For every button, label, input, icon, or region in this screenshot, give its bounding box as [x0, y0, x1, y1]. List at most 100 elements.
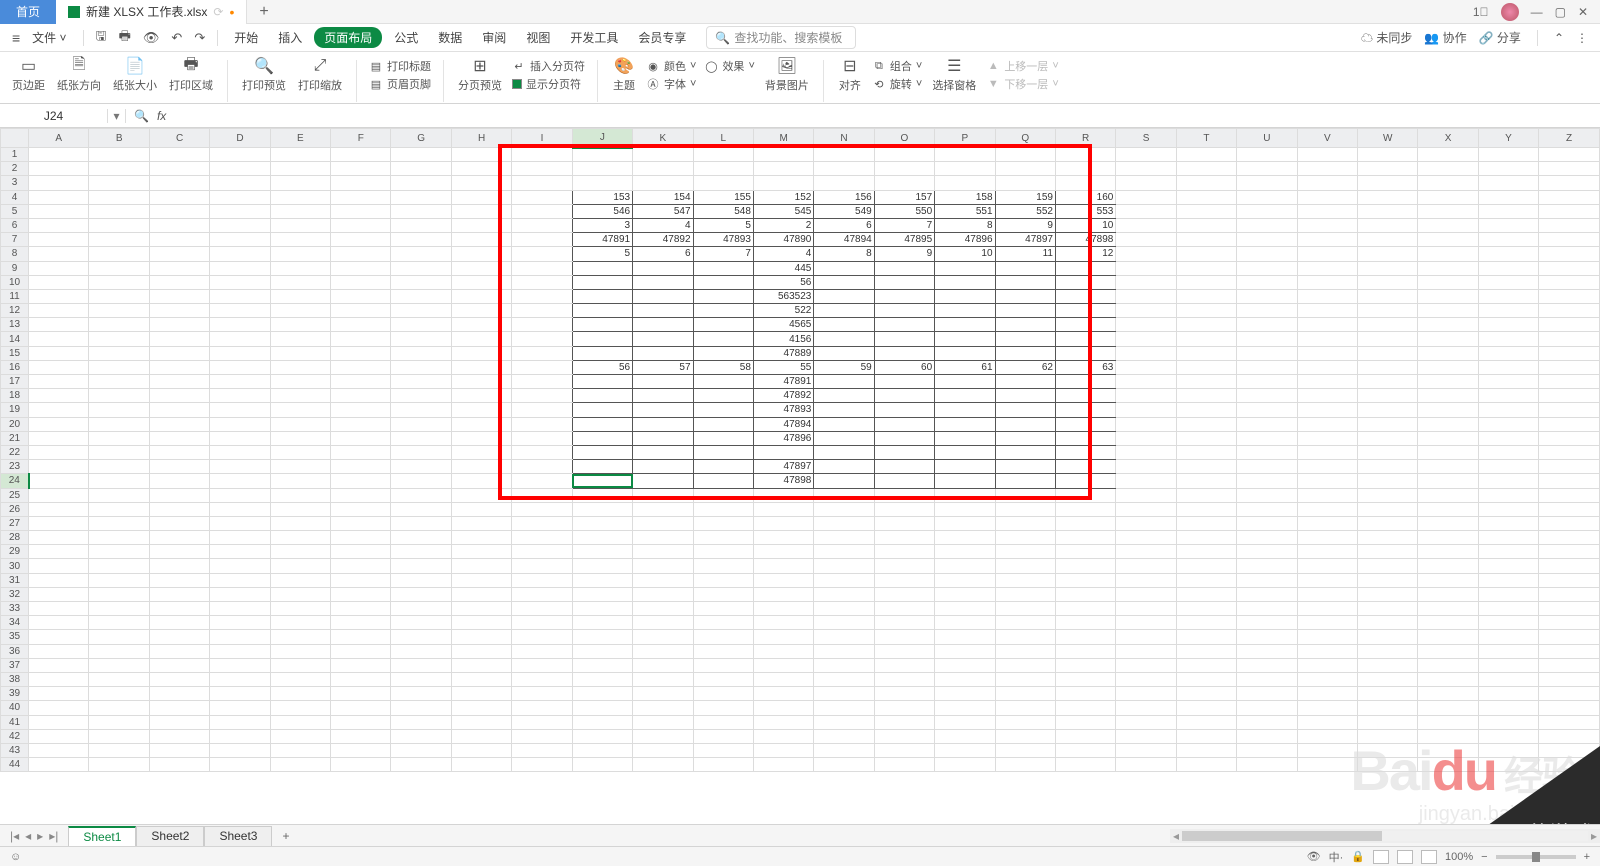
cell-S13[interactable] — [1116, 318, 1176, 332]
cell-P11[interactable] — [935, 289, 995, 303]
cell-X22[interactable] — [1418, 445, 1478, 459]
sheet-tab-Sheet3[interactable]: Sheet3 — [204, 826, 272, 846]
cell-Q25[interactable] — [995, 488, 1055, 502]
cell-W23[interactable] — [1357, 460, 1417, 474]
cell-E24[interactable] — [270, 474, 330, 488]
cell-I19[interactable] — [512, 403, 572, 417]
cell-U19[interactable] — [1237, 403, 1297, 417]
cell-W2[interactable] — [1357, 162, 1417, 176]
cell-Y1[interactable] — [1478, 148, 1538, 162]
status-lock-icon[interactable]: 🔒 — [1351, 850, 1365, 863]
cell-C29[interactable] — [149, 545, 209, 559]
zoom-out-icon[interactable]: − — [1481, 851, 1487, 863]
cell-P42[interactable] — [935, 729, 995, 743]
cell-A3[interactable] — [29, 176, 89, 190]
cell-D31[interactable] — [210, 573, 270, 587]
cell-V10[interactable] — [1297, 275, 1357, 289]
cell-E36[interactable] — [270, 644, 330, 658]
cell-J4[interactable]: 153 — [572, 190, 632, 204]
zoom-value[interactable]: 100% — [1445, 851, 1473, 863]
cell-W8[interactable] — [1357, 247, 1417, 261]
cell-S18[interactable] — [1116, 389, 1176, 403]
cell-F13[interactable] — [331, 318, 391, 332]
cell-U33[interactable] — [1237, 602, 1297, 616]
cell-C34[interactable] — [149, 616, 209, 630]
cell-I29[interactable] — [512, 545, 572, 559]
cell-N21[interactable] — [814, 431, 874, 445]
cell-S10[interactable] — [1116, 275, 1176, 289]
cell-S17[interactable] — [1116, 375, 1176, 389]
status-cn-icon[interactable]: 中· — [1329, 849, 1344, 865]
cell-B19[interactable] — [89, 403, 149, 417]
cell-D42[interactable] — [210, 729, 270, 743]
cell-I17[interactable] — [512, 375, 572, 389]
cell-E37[interactable] — [270, 658, 330, 672]
cell-R22[interactable] — [1055, 445, 1115, 459]
cell-G3[interactable] — [391, 176, 451, 190]
cell-O7[interactable]: 47895 — [874, 233, 934, 247]
cell-L18[interactable] — [693, 389, 753, 403]
cell-K1[interactable] — [633, 148, 693, 162]
cell-D20[interactable] — [210, 417, 270, 431]
menu-formula[interactable]: 公式 — [386, 29, 426, 46]
row-header-26[interactable]: 26 — [1, 502, 29, 516]
cell-T3[interactable] — [1176, 176, 1236, 190]
cell-H41[interactable] — [451, 715, 511, 729]
cell-E38[interactable] — [270, 672, 330, 686]
cell-N8[interactable]: 8 — [814, 247, 874, 261]
cell-R19[interactable] — [1055, 403, 1115, 417]
cell-H12[interactable] — [451, 304, 511, 318]
cell-B5[interactable] — [89, 204, 149, 218]
cell-P7[interactable]: 47896 — [935, 233, 995, 247]
cell-J42[interactable] — [572, 729, 632, 743]
cell-H33[interactable] — [451, 602, 511, 616]
row-header-20[interactable]: 20 — [1, 417, 29, 431]
cell-Q13[interactable] — [995, 318, 1055, 332]
cell-I20[interactable] — [512, 417, 572, 431]
cell-K33[interactable] — [633, 602, 693, 616]
cell-S8[interactable] — [1116, 247, 1176, 261]
cell-R6[interactable]: 10 — [1055, 218, 1115, 232]
cell-K34[interactable] — [633, 616, 693, 630]
cell-W14[interactable] — [1357, 332, 1417, 346]
cell-G18[interactable] — [391, 389, 451, 403]
cell-U24[interactable] — [1237, 474, 1297, 488]
cell-T1[interactable] — [1176, 148, 1236, 162]
cell-E8[interactable] — [270, 247, 330, 261]
cell-C22[interactable] — [149, 445, 209, 459]
more-icon[interactable]: ⋮ — [1576, 31, 1588, 45]
cell-O33[interactable] — [874, 602, 934, 616]
cell-X32[interactable] — [1418, 587, 1478, 601]
cell-J33[interactable] — [572, 602, 632, 616]
view-normal-icon[interactable] — [1373, 850, 1389, 864]
cell-K10[interactable] — [633, 275, 693, 289]
cell-C40[interactable] — [149, 701, 209, 715]
row-header-28[interactable]: 28 — [1, 531, 29, 545]
col-header-M[interactable]: M — [753, 129, 813, 148]
cell-B20[interactable] — [89, 417, 149, 431]
cell-G15[interactable] — [391, 346, 451, 360]
cell-I33[interactable] — [512, 602, 572, 616]
cell-F39[interactable] — [331, 687, 391, 701]
cell-S20[interactable] — [1116, 417, 1176, 431]
cell-K15[interactable] — [633, 346, 693, 360]
cell-Y42[interactable] — [1478, 729, 1538, 743]
row-header-16[interactable]: 16 — [1, 360, 29, 374]
cell-A10[interactable] — [29, 275, 89, 289]
row-header-4[interactable]: 4 — [1, 190, 29, 204]
cell-Q31[interactable] — [995, 573, 1055, 587]
cell-V19[interactable] — [1297, 403, 1357, 417]
cell-A34[interactable] — [29, 616, 89, 630]
cell-D34[interactable] — [210, 616, 270, 630]
cell-G20[interactable] — [391, 417, 451, 431]
cell-H11[interactable] — [451, 289, 511, 303]
cell-T30[interactable] — [1176, 559, 1236, 573]
cell-M27[interactable] — [753, 516, 813, 530]
cell-K4[interactable]: 154 — [633, 190, 693, 204]
cell-R29[interactable] — [1055, 545, 1115, 559]
cell-R7[interactable]: 47898 — [1055, 233, 1115, 247]
cell-Q34[interactable] — [995, 616, 1055, 630]
cell-C8[interactable] — [149, 247, 209, 261]
cell-X44[interactable] — [1418, 758, 1478, 772]
cell-B9[interactable] — [89, 261, 149, 275]
